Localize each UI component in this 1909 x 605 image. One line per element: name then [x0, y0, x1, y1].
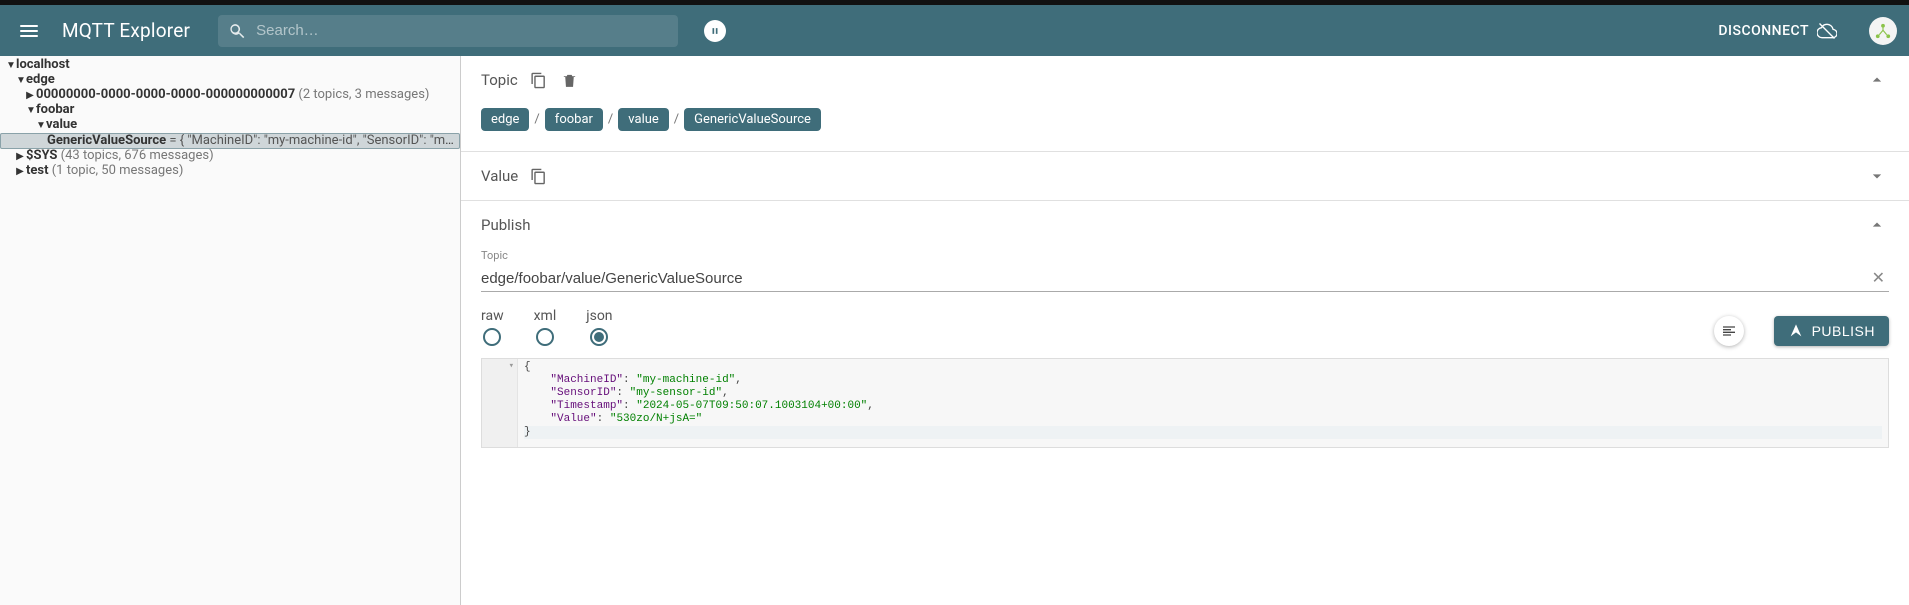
tree-node-root[interactable]: ▼localhost	[0, 58, 460, 73]
chevron-down-icon	[1867, 166, 1887, 186]
delete-topic-button[interactable]	[559, 70, 580, 91]
tree-node-sys[interactable]: ▶$SYS (43 topics, 676 messages)	[0, 149, 460, 164]
disconnect-label: DISCONNECT	[1718, 23, 1809, 39]
clear-topic-button[interactable]: ✕	[1868, 264, 1889, 291]
publish-topic-label: Topic	[481, 249, 1889, 262]
topic-panel: Topic edge/ foobar/ value/ GenericValueS…	[461, 56, 1909, 152]
crumb-foobar[interactable]: foobar	[545, 108, 603, 131]
tree-node-uuid[interactable]: ▶00000000-0000-0000-0000-000000000007 (2…	[0, 88, 460, 103]
chevron-up-icon	[1867, 70, 1887, 90]
send-icon	[1788, 323, 1804, 339]
cloud-off-icon	[1817, 21, 1837, 41]
copy-icon	[530, 72, 547, 89]
crumb-gvs[interactable]: GenericValueSource	[684, 108, 821, 131]
publish-section-title: Publish	[481, 216, 530, 234]
publish-panel: Publish Topic ✕ raw xml	[461, 201, 1909, 468]
app-bar: MQTT Explorer DISCONNECT	[0, 5, 1909, 56]
format-label-xml: xml	[534, 308, 557, 324]
copy-topic-button[interactable]	[528, 70, 549, 91]
search-input[interactable]	[256, 22, 668, 39]
tree-node-edge[interactable]: ▼edge	[0, 73, 460, 88]
broker-icon	[1874, 22, 1892, 40]
chevron-up-icon	[1867, 215, 1887, 235]
disconnect-button[interactable]: DISCONNECT	[1710, 15, 1845, 47]
publish-button-label: PUBLISH	[1812, 323, 1875, 339]
tree-node-foobar[interactable]: ▼foobar	[0, 103, 460, 118]
publish-button[interactable]: PUBLISH	[1774, 316, 1889, 346]
crumb-edge[interactable]: edge	[481, 108, 529, 131]
format-label-raw: raw	[481, 308, 504, 324]
value-panel: Value	[461, 152, 1909, 201]
trash-icon	[561, 72, 578, 89]
copy-value-button[interactable]	[528, 166, 549, 187]
editor-gutter: ▾	[482, 359, 518, 447]
format-radio-xml[interactable]	[536, 328, 554, 346]
tree-node-gvs[interactable]: GenericValueSource = { "MachineID": "my-…	[0, 133, 460, 149]
copy-icon	[530, 168, 547, 185]
menu-icon[interactable]	[12, 17, 46, 45]
pause-button[interactable]	[704, 20, 726, 42]
crumb-value[interactable]: value	[618, 108, 669, 131]
collapse-publish-button[interactable]	[1865, 213, 1889, 237]
collapse-topic-button[interactable]	[1865, 68, 1889, 92]
topic-section-title: Topic	[481, 71, 518, 89]
format-radio-json[interactable]	[590, 328, 608, 346]
topic-tree: ▼localhost ▼edge ▶00000000-0000-0000-000…	[0, 56, 461, 605]
expand-value-button[interactable]	[1865, 164, 1889, 188]
editor-code[interactable]: { "MachineID": "my-machine-id", "SensorI…	[518, 359, 1888, 447]
tree-node-test[interactable]: ▶test (1 topic, 50 messages)	[0, 164, 460, 179]
format-payload-button[interactable]	[1714, 316, 1744, 346]
search-field[interactable]	[218, 15, 678, 47]
format-label-json: json	[586, 308, 612, 324]
pause-icon	[710, 26, 720, 36]
payload-editor[interactable]: ▾ { "MachineID": "my-machine-id", "Senso…	[481, 358, 1889, 448]
format-radio-raw[interactable]	[483, 328, 501, 346]
align-left-icon	[1721, 323, 1737, 339]
breadcrumb: edge/ foobar/ value/ GenericValueSource	[461, 104, 1909, 151]
avatar[interactable]	[1869, 17, 1897, 45]
app-title: MQTT Explorer	[62, 19, 190, 42]
detail-pane: Topic edge/ foobar/ value/ GenericValueS…	[461, 56, 1909, 605]
search-icon	[228, 22, 246, 40]
tree-node-value[interactable]: ▼value	[0, 118, 460, 133]
publish-topic-input[interactable]	[481, 264, 1868, 291]
value-section-title: Value	[481, 167, 518, 185]
